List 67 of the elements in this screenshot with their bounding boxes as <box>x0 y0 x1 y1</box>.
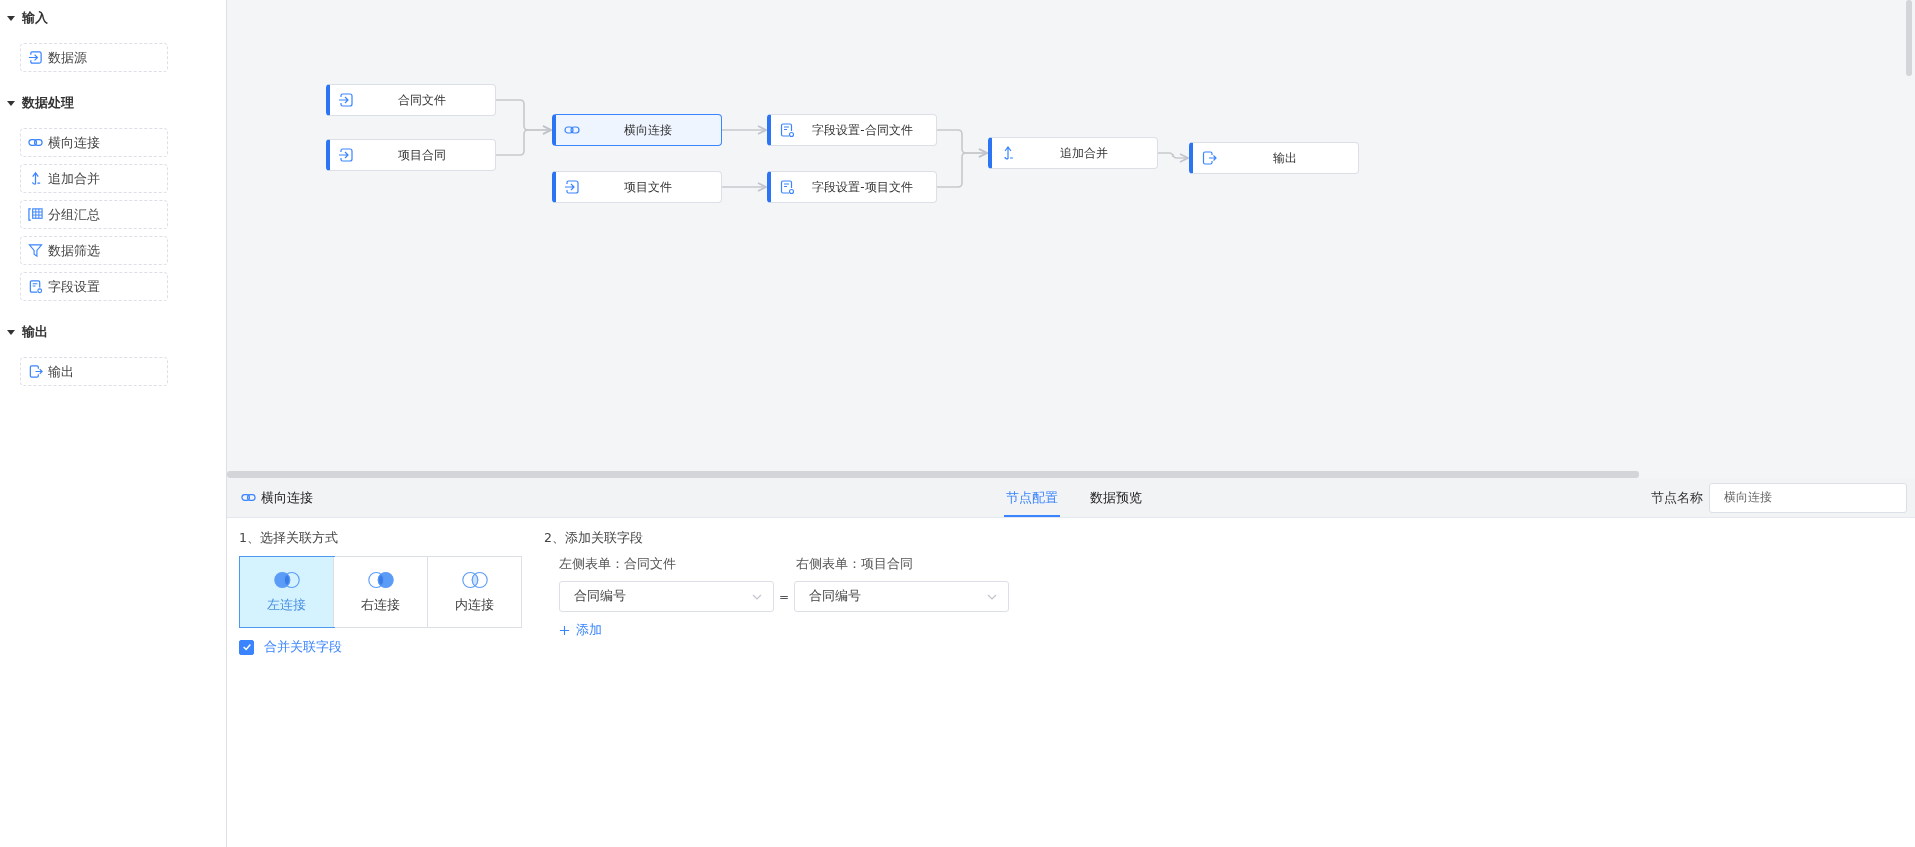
form-label: 左侧表单：合同文件 <box>559 556 677 573</box>
flow-node[interactable]: 项目合同 <box>326 139 496 171</box>
flow-node[interactable]: 横向连接 <box>552 114 722 146</box>
join-type-option[interactable]: 右连接 <box>334 557 428 627</box>
flow-node[interactable]: 字段设置-合同文件 <box>767 114 937 146</box>
node-label: 字段设置-合同文件 <box>811 121 914 139</box>
equals-sign: = <box>779 589 790 604</box>
venn-icon <box>271 570 302 590</box>
group-title: 输入 <box>22 9 48 27</box>
venn-icon <box>459 570 490 590</box>
field-select[interactable]: 合同编号 <box>559 581 774 612</box>
node-label: 字段设置-项目文件 <box>811 178 914 196</box>
form-label: 右侧表单：项目合同 <box>796 556 914 573</box>
merge-checkbox[interactable]: 合并关联字段 <box>239 638 342 656</box>
flow-node[interactable]: 追加合并 <box>988 137 1158 169</box>
node-label: 合同文件 <box>396 91 447 109</box>
palette-item[interactable]: 数据筛选 <box>20 236 168 265</box>
palette-item[interactable]: 字段设置 <box>20 272 168 301</box>
caret-icon[interactable] <box>6 327 16 337</box>
node-label: 项目合同 <box>396 146 447 164</box>
node-name-field[interactable]: 横向连接 <box>1709 482 1907 513</box>
palette-item[interactable]: 横向连接 <box>20 128 168 157</box>
section-heading: 1、选择关联方式 <box>239 530 339 547</box>
field-select[interactable]: 合同编号 <box>794 581 1010 612</box>
venn-icon <box>365 570 396 590</box>
panel-title: 横向连接 <box>261 488 313 507</box>
node-label: 输出 <box>1271 149 1298 167</box>
document-icon <box>779 179 795 195</box>
connector-arrow <box>721 182 767 192</box>
tab[interactable]: 数据预览 <box>1088 478 1144 517</box>
connector-arrow <box>495 125 552 156</box>
add-button[interactable]: 添加 <box>559 622 602 639</box>
exit-arrow-icon <box>28 364 43 379</box>
scrollbar-thumb[interactable] <box>1906 0 1912 76</box>
checkmark-icon <box>241 642 252 652</box>
flow-node[interactable]: 字段设置-项目文件 <box>767 171 937 203</box>
palette-item[interactable]: 数据源 <box>20 43 168 72</box>
node-label: 项目文件 <box>622 178 673 196</box>
plus-icon <box>559 625 570 636</box>
flow-node[interactable]: 输出 <box>1189 142 1359 174</box>
enter-arrow-icon <box>28 50 43 65</box>
connector-arrow <box>721 125 767 135</box>
connector-arrow <box>936 148 988 188</box>
exit-arrow-icon <box>1201 150 1217 166</box>
caret-icon[interactable] <box>6 13 16 23</box>
group-title: 输出 <box>22 323 48 341</box>
caret-icon[interactable] <box>6 98 16 108</box>
connector-arrow <box>1157 152 1189 163</box>
field-label: 节点名称 <box>1651 488 1703 507</box>
document-icon <box>28 279 43 294</box>
group-title: 数据处理 <box>22 94 74 112</box>
enter-arrow-icon <box>338 147 354 163</box>
enter-arrow-icon <box>564 179 580 195</box>
node-label: 横向连接 <box>622 121 673 139</box>
scrollbar-thumb[interactable] <box>227 471 1639 478</box>
node-label: 追加合并 <box>1058 144 1109 162</box>
palette-item[interactable]: 分组汇总 <box>20 200 168 229</box>
palette-item[interactable]: 输出 <box>20 357 168 386</box>
funnel-icon <box>28 243 43 258</box>
enter-arrow-icon <box>338 92 354 108</box>
document-icon <box>779 122 795 138</box>
checkbox[interactable] <box>239 639 254 655</box>
section-heading: 2、添加关联字段 <box>544 530 644 547</box>
palette-item[interactable]: 追加合并 <box>20 164 168 193</box>
flow-node[interactable]: 项目文件 <box>552 171 722 203</box>
flow-node[interactable]: 合同文件 <box>326 84 496 116</box>
grid-icon <box>28 207 43 222</box>
